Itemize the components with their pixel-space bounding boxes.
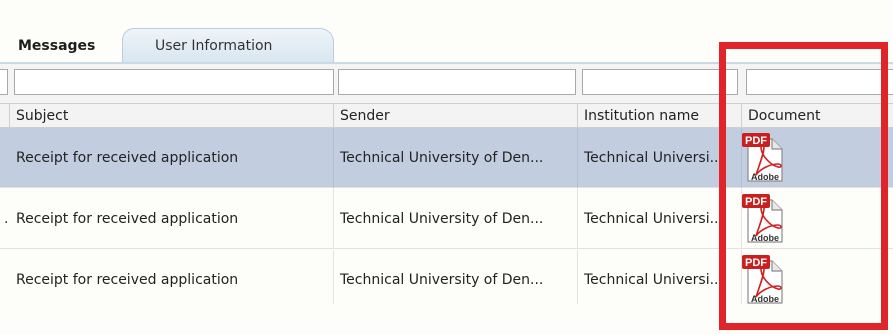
filter-input-sender[interactable] (338, 69, 576, 95)
column-header-subject[interactable]: Subject (10, 104, 334, 128)
table-row[interactable]: . Receipt for received application Technic… (0, 189, 893, 249)
pdf-badge-text: PDF (745, 196, 767, 208)
tab-bar: Messages User Information (0, 26, 893, 64)
pdf-brand-text: Adobe (751, 172, 779, 182)
tab-user-information[interactable]: User Information (122, 28, 334, 62)
pdf-brand-text: Adobe (751, 294, 779, 304)
header-row: Subject Sender Institution name Document (0, 104, 893, 128)
row-marker: . (4, 211, 9, 227)
cell-subject[interactable]: Receipt for received application (10, 189, 334, 249)
cell-subject[interactable]: Receipt for received application (10, 250, 334, 310)
pdf-document-icon[interactable]: PDF Adobe (742, 255, 786, 305)
cell-sender[interactable]: Technical University of Den... (334, 189, 578, 249)
cell-sender[interactable]: Technical University of Den... (334, 250, 578, 310)
tab-messages[interactable]: Messages (6, 30, 107, 62)
pdf-brand-text: Adobe (751, 233, 779, 243)
column-header-sender[interactable]: Sender (334, 104, 578, 128)
messages-table: Subject Sender Institution name Document… (0, 64, 893, 310)
cell-institution[interactable]: Technical Universi... (578, 189, 742, 249)
filter-input-document[interactable] (746, 69, 893, 95)
column-header-selector[interactable] (0, 104, 10, 128)
filter-input-selector[interactable] (0, 69, 8, 95)
filter-input-subject[interactable] (14, 69, 334, 95)
cell-sender[interactable]: Technical University of Den... (334, 128, 578, 188)
cell-subject[interactable]: Receipt for received application (10, 128, 334, 188)
filter-row (0, 64, 893, 104)
filter-input-institution[interactable] (582, 69, 738, 95)
column-header-institution[interactable]: Institution name (578, 104, 742, 128)
cell-institution[interactable]: Technical Universi... (578, 128, 742, 188)
column-header-document[interactable]: Document (742, 104, 893, 128)
pdf-document-icon[interactable]: PDF Adobe (742, 133, 786, 183)
pdf-document-icon[interactable]: PDF Adobe (742, 194, 786, 244)
pdf-badge-text: PDF (745, 135, 767, 147)
table-row[interactable]: Receipt for received application Technica… (0, 128, 893, 188)
pdf-badge-text: PDF (745, 257, 767, 269)
table-empty-area (0, 304, 893, 334)
cell-institution[interactable]: Technical Universi... (578, 250, 742, 310)
table-row[interactable]: Receipt for received application Technica… (0, 250, 893, 310)
